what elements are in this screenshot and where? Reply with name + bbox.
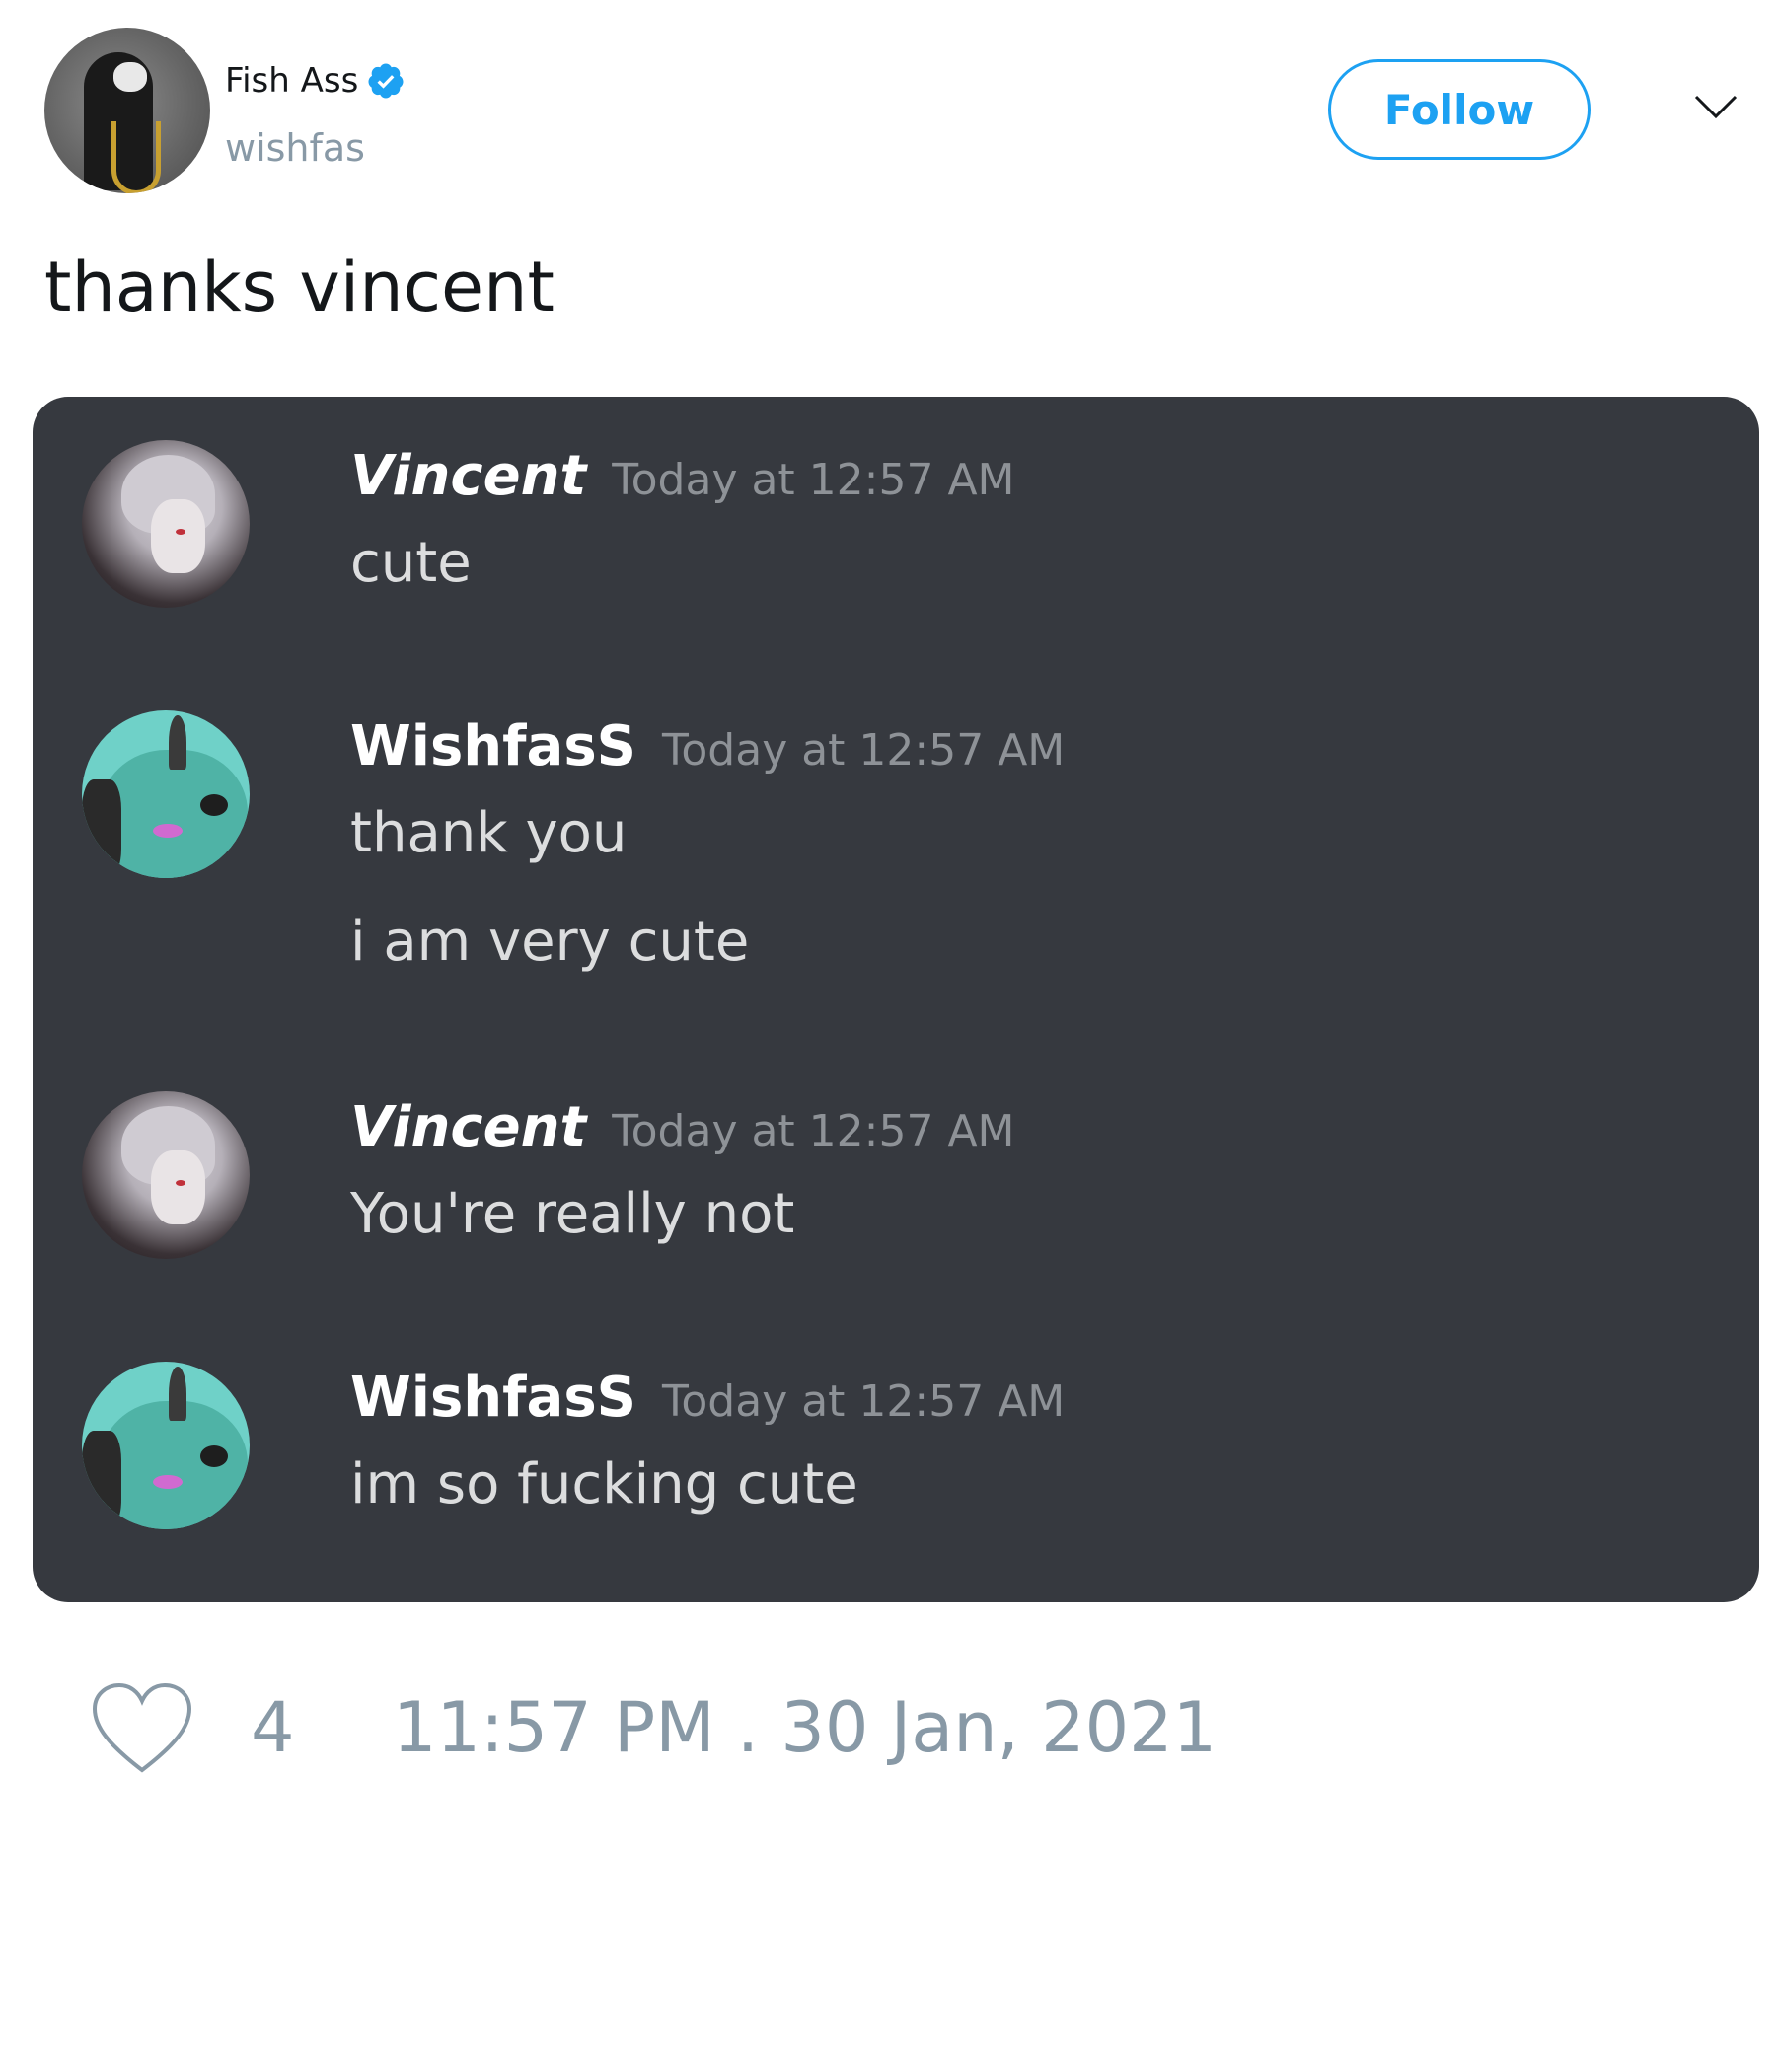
message-author: WishfasS Today at 12:57 AM bbox=[350, 714, 1066, 778]
message-text: i am very cute bbox=[350, 910, 750, 974]
heart-icon[interactable] bbox=[89, 1679, 195, 1778]
wishfass-avatar bbox=[82, 710, 250, 878]
tweet-card: Fish Ass wishfas Follow thanks vincent V… bbox=[0, 0, 1776, 2072]
tweet-text: thanks vincent bbox=[44, 247, 555, 328]
message-text: cute bbox=[350, 531, 472, 595]
verified-badge-icon bbox=[368, 63, 404, 99]
like-count[interactable]: 4 bbox=[251, 1687, 295, 1768]
message-timestamp: Today at 12:57 AM bbox=[612, 455, 1015, 505]
message-author: Vincent Today at 12:57 AM bbox=[350, 444, 1015, 508]
message-text: You're really not bbox=[350, 1182, 795, 1246]
vincent-avatar bbox=[82, 1091, 250, 1259]
wishfass-avatar bbox=[82, 1362, 250, 1529]
message-author: WishfasS Today at 12:57 AM bbox=[350, 1366, 1066, 1430]
display-name[interactable]: Fish Ass bbox=[225, 61, 358, 101]
user-handle[interactable]: wishfas bbox=[225, 126, 365, 170]
message-text: im so fucking cute bbox=[350, 1452, 858, 1517]
message-timestamp: Today at 12:57 AM bbox=[661, 1376, 1066, 1427]
message-author: Vincent Today at 12:57 AM bbox=[350, 1095, 1015, 1159]
message-text: thank you bbox=[350, 801, 628, 865]
display-name-row[interactable]: Fish Ass bbox=[225, 61, 406, 101]
message-timestamp: Today at 12:57 AM bbox=[612, 1106, 1015, 1156]
chevron-down-icon[interactable] bbox=[1692, 87, 1739, 126]
attached-image-discord-chat[interactable]: Vincent Today at 12:57 AM cute WishfasS To… bbox=[33, 397, 1759, 1602]
vincent-avatar bbox=[82, 440, 250, 608]
tweet-timestamp[interactable]: 11:57 PM . 30 Jan, 2021 bbox=[393, 1687, 1217, 1768]
follow-button[interactable]: Follow bbox=[1328, 59, 1591, 160]
user-avatar[interactable] bbox=[44, 28, 210, 193]
message-timestamp: Today at 12:57 AM bbox=[661, 725, 1066, 776]
